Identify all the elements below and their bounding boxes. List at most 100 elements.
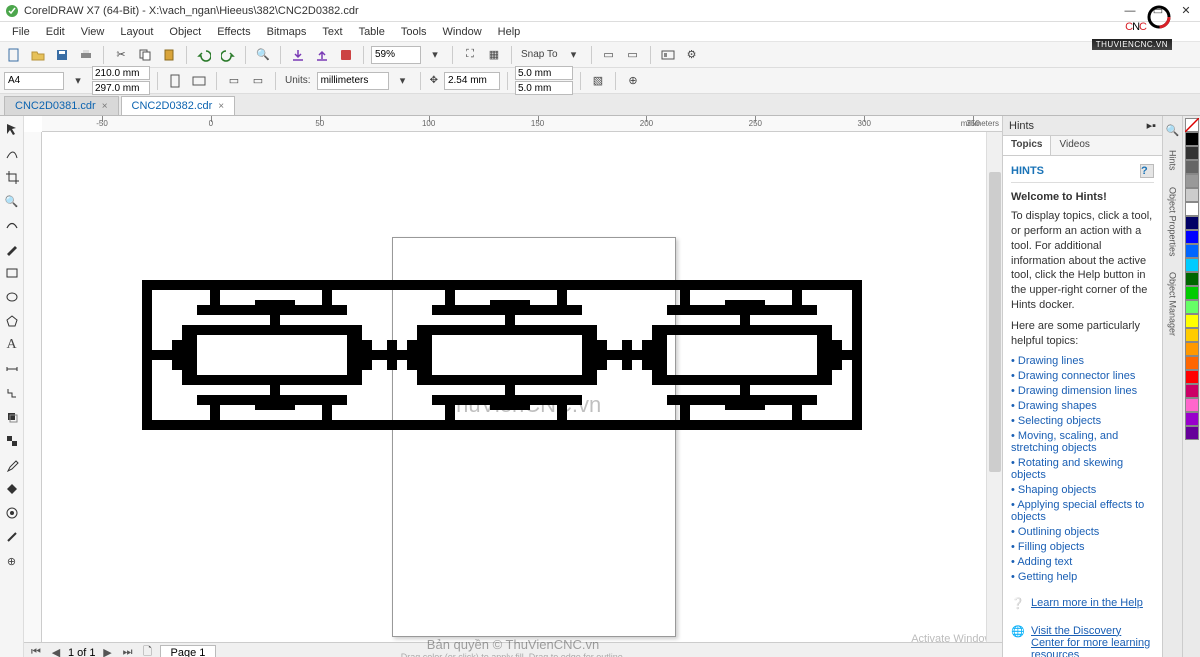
ruler-vertical[interactable] [24,132,42,657]
zoom-tool-icon[interactable]: 🔍 [3,192,21,210]
print-icon[interactable] [76,45,96,65]
color-swatch[interactable] [1185,300,1199,314]
outline-pen-icon[interactable] [3,528,21,546]
canvas-area[interactable]: millimeters -50050100150200250300350400 [24,116,1002,657]
options2-icon[interactable]: ▭ [623,45,643,65]
help-button-icon[interactable]: ? [1140,164,1154,178]
menu-table[interactable]: Table [351,24,393,40]
dup-y-input[interactable] [515,81,573,95]
export-icon[interactable] [312,45,332,65]
last-page-icon[interactable]: ⏭ [120,645,136,657]
menu-file[interactable]: File [4,24,38,40]
color-swatch[interactable] [1185,174,1199,188]
color-swatch[interactable] [1185,412,1199,426]
menu-effects[interactable]: Effects [209,24,258,40]
units-dropdown-icon[interactable]: ▾ [393,71,413,91]
polygon-tool-icon[interactable] [3,312,21,330]
hints-link[interactable]: Selecting objects [1011,415,1154,427]
menu-text[interactable]: Text [314,24,350,40]
add-icon[interactable]: ⊕ [623,71,643,91]
smartfill-icon[interactable] [3,504,21,522]
hints-link[interactable]: Drawing connector lines [1011,370,1154,382]
color-swatch[interactable] [1185,398,1199,412]
dup-x-input[interactable] [515,66,573,80]
text-tool-icon[interactable]: A [3,336,21,354]
landscape-icon[interactable] [189,71,209,91]
welcome-icon[interactable] [658,45,678,65]
redo-icon[interactable] [218,45,238,65]
all-pages-icon[interactable]: ▭ [224,71,244,91]
page-height-input[interactable] [92,81,150,95]
docker-tab-obj-props[interactable]: Object Properties [1166,181,1180,263]
hints-link[interactable]: Drawing shapes [1011,400,1154,412]
pagesize-dropdown-icon[interactable]: ▾ [68,71,88,91]
menu-layout[interactable]: Layout [112,24,161,40]
drawing-object[interactable] [142,280,862,433]
color-swatch[interactable] [1185,272,1199,286]
color-swatch[interactable] [1185,384,1199,398]
options3-icon[interactable]: ⚙ [682,45,702,65]
current-page-icon[interactable]: ▭ [248,71,268,91]
save-icon[interactable] [52,45,72,65]
transparency-icon[interactable] [3,432,21,450]
hints-tab-videos[interactable]: Videos [1051,136,1098,155]
add-page-icon[interactable]: 🗋 [140,645,156,657]
next-page-icon[interactable]: ▶ [100,645,116,657]
artistic-media-icon[interactable] [3,240,21,258]
menu-help[interactable]: Help [490,24,529,40]
portrait-icon[interactable] [165,71,185,91]
color-swatch[interactable] [1185,342,1199,356]
open-icon[interactable] [28,45,48,65]
no-color-swatch[interactable] [1185,118,1199,132]
connector-tool-icon[interactable] [3,384,21,402]
hints-link[interactable]: Moving, scaling, and stretching objects [1011,430,1154,454]
minimize-button[interactable]: — [1116,1,1144,21]
color-swatch[interactable] [1185,286,1199,300]
page-size-select[interactable] [4,72,64,90]
fill-tool-icon[interactable] [3,480,21,498]
color-swatch[interactable] [1185,314,1199,328]
cut-icon[interactable]: ✂ [111,45,131,65]
docker-tab-hints[interactable]: Hints [1166,144,1180,177]
close-tab-icon[interactable]: × [102,101,108,112]
quick-custom-icon[interactable]: ⊕ [3,552,21,570]
color-swatch[interactable] [1185,426,1199,440]
maximize-button[interactable]: ▭ [1144,1,1172,21]
import-icon[interactable] [288,45,308,65]
dropshadow-icon[interactable] [3,408,21,426]
page-width-input[interactable] [92,66,150,80]
docker-menu-icon[interactable]: ▸▪ [1147,119,1156,132]
doc-tab-1[interactable]: CNC2D0381.cdr× [4,96,119,115]
scrollbar-vertical[interactable] [986,132,1002,657]
undo-icon[interactable] [194,45,214,65]
color-swatch[interactable] [1185,230,1199,244]
snapto-dropdown-icon[interactable]: ▾ [564,45,584,65]
menu-view[interactable]: View [73,24,113,40]
crop-tool-icon[interactable] [3,168,21,186]
new-icon[interactable] [4,45,24,65]
docker-tab-obj-manager[interactable]: Object Manager [1166,266,1180,342]
color-swatch[interactable] [1185,356,1199,370]
publish-icon[interactable] [336,45,356,65]
color-swatch[interactable] [1185,146,1199,160]
doc-tab-2[interactable]: CNC2D0382.cdr× [121,96,236,115]
menu-object[interactable]: Object [161,24,209,40]
color-swatch[interactable] [1185,160,1199,174]
ruler-horizontal[interactable]: millimeters -50050100150200250300350400 [42,116,1002,132]
units-select[interactable] [317,72,389,90]
color-swatch[interactable] [1185,258,1199,272]
menu-bitmaps[interactable]: Bitmaps [259,24,315,40]
hints-link[interactable]: Outlining objects [1011,526,1154,538]
hints-link[interactable]: Shaping objects [1011,484,1154,496]
discovery-link[interactable]: Visit the Discovery Center for more lear… [1031,625,1154,657]
learn-more-link[interactable]: Learn more in the Help [1031,597,1143,609]
options1-icon[interactable]: ▭ [599,45,619,65]
first-page-icon[interactable]: ⏮ [28,645,44,657]
shape-tool-icon[interactable] [3,144,21,162]
menu-window[interactable]: Window [435,24,490,40]
hints-docker-title[interactable]: Hints ▸▪ [1003,116,1162,136]
color-swatch[interactable] [1185,328,1199,342]
color-swatch[interactable] [1185,370,1199,384]
hints-link[interactable]: Drawing lines [1011,355,1154,367]
hints-link[interactable]: Adding text [1011,556,1154,568]
